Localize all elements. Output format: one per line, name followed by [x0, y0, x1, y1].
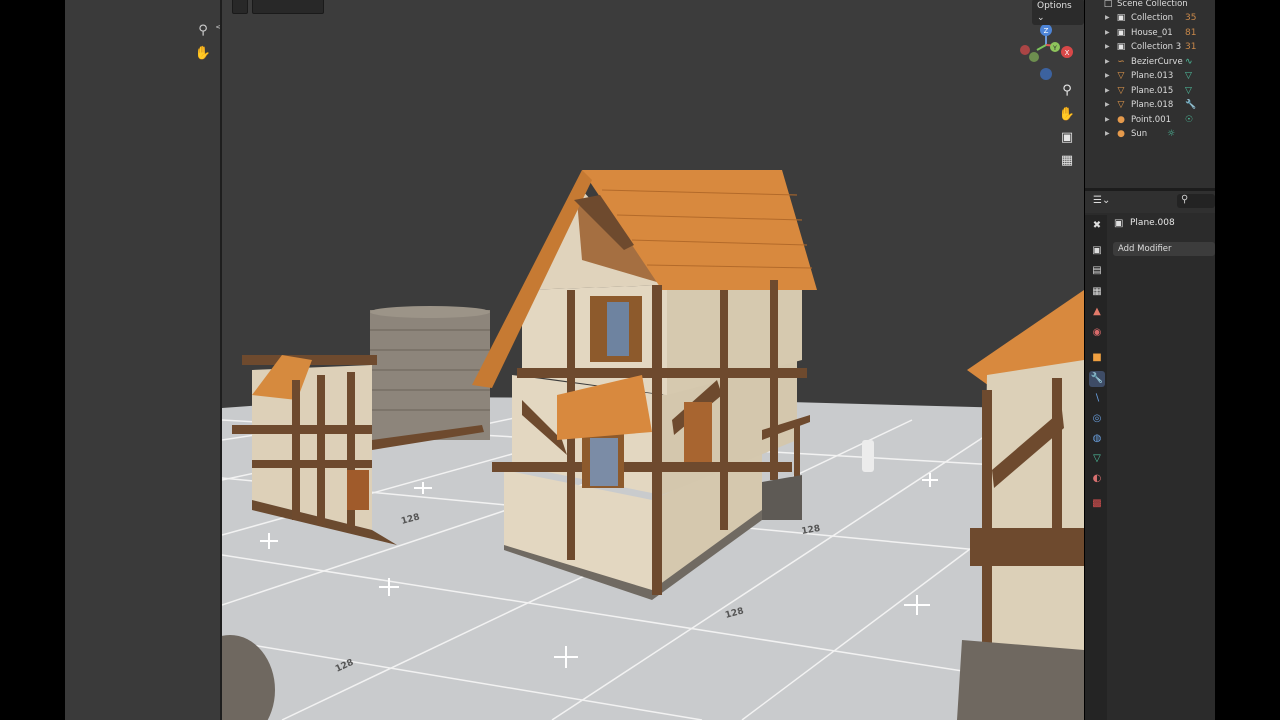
mesh-icon: ▽ — [1117, 86, 1125, 96]
options-dropdown[interactable]: Options ⌄ — [1032, 0, 1084, 25]
outliner-panel: □ Scene Collection ▶ ▣ Collection 35 ▶ ▣… — [1085, 0, 1215, 188]
empty-object-marker — [862, 440, 874, 472]
object-tab-icon[interactable]: ■ — [1089, 350, 1105, 366]
view-layer-tab-icon[interactable]: ▦ — [1089, 284, 1105, 300]
stone-tower — [370, 306, 490, 440]
expand-arrow-icon[interactable]: ▶ — [1105, 26, 1110, 40]
expand-arrow-icon[interactable]: ▶ — [1105, 84, 1110, 98]
outliner-row[interactable]: ▶ ∽ BezierCurve ∿ — [1085, 55, 1215, 69]
physics-tab-icon[interactable]: ◎ — [1089, 411, 1105, 427]
output-tab-icon[interactable]: ▤ — [1089, 263, 1105, 279]
pan-view-icon[interactable]: ✋ — [1057, 104, 1077, 124]
outliner-row[interactable]: ▶ ● Point.001 ☉ — [1085, 113, 1215, 127]
collection-icon: ▣ — [1116, 42, 1126, 52]
zoom-icon[interactable]: ⚲ — [193, 20, 213, 40]
editor-type-icon[interactable]: ☰⌄ — [1093, 195, 1110, 206]
outliner-row[interactable]: ▶ ▣ Collection 35 — [1085, 11, 1215, 25]
viewport-scene: 128 128 128 128 Z Y X — [222, 24, 1084, 720]
outliner-row[interactable]: ▶ ● Sun ☼ — [1085, 127, 1215, 141]
point-light-data-icon: ☉ — [1185, 115, 1194, 125]
render-tab-icon[interactable]: ▣ — [1089, 243, 1105, 259]
sun-light-data-icon: ☼ — [1167, 129, 1176, 139]
object-name-label: Plane.008 — [1130, 218, 1175, 228]
scene-collection-icon: □ — [1103, 0, 1113, 9]
navigation-gizmo: Z Y X — [1020, 24, 1073, 80]
wrench-modifier-icon: 🔧 — [1185, 100, 1197, 110]
grid-toggle-icon[interactable]: ▦ — [1057, 150, 1077, 170]
object-count-badge: 81 — [1185, 28, 1197, 38]
camera-view-icon[interactable]: ▣ — [1057, 127, 1077, 147]
outliner-scene-collection[interactable]: □ Scene Collection — [1085, 0, 1215, 11]
options-label: Options — [1037, 1, 1072, 11]
outliner-row[interactable]: ▶ ▽ Plane.013 ▽ — [1085, 69, 1215, 83]
light-icon: ● — [1117, 115, 1125, 125]
left-editor-panel: ⚲ ✋ <> — [65, 0, 232, 720]
expand-arrow-icon[interactable]: ▶ — [1105, 113, 1110, 127]
scene-tab-icon[interactable]: ▲ — [1089, 304, 1105, 320]
collection-icon: ▣ — [1116, 28, 1126, 38]
3d-viewport[interactable]: 128 128 128 128 Z Y X Options ⌄ ⚲ ✋ ▣ ▦ — [222, 0, 1084, 720]
expand-arrow-icon[interactable]: ▶ — [1105, 55, 1110, 69]
gizmo-x-label: X — [1065, 49, 1070, 57]
object-count-badge: 35 — [1185, 13, 1197, 23]
world-tab-icon[interactable]: ◉ — [1089, 325, 1105, 341]
add-modifier-label: Add Modifier — [1118, 244, 1172, 254]
material-tab-icon[interactable]: ◐ — [1089, 471, 1105, 487]
expand-arrow-icon[interactable]: ▶ — [1105, 127, 1110, 141]
constraints-tab-icon[interactable]: ◍ — [1089, 431, 1105, 447]
hand-pan-icon[interactable]: ✋ — [193, 43, 213, 63]
add-modifier-button[interactable]: Add Modifier — [1113, 242, 1215, 256]
search-icon[interactable]: ⚲ — [1177, 194, 1215, 208]
expand-arrow-icon[interactable]: ▶ — [1105, 40, 1110, 54]
properties-header: ☰⌄ ⚲ — [1085, 191, 1215, 213]
collection-icon: ▣ — [1116, 13, 1126, 23]
gizmo-z-label: Z — [1044, 27, 1049, 35]
letterbox-left — [0, 0, 65, 720]
object-count-badge: 31 — [1185, 42, 1197, 52]
mesh-data-icon: ▽ — [1185, 86, 1192, 96]
texture-tab-icon[interactable]: ▩ — [1089, 496, 1105, 512]
outliner-row[interactable]: ▶ ▣ House_01 81 — [1085, 26, 1215, 40]
data-tab-icon[interactable]: ▽ — [1089, 451, 1105, 467]
curve-data-icon: ∿ — [1185, 57, 1193, 67]
outliner-row[interactable]: ▶ ▽ Plane.015 ▽ — [1085, 84, 1215, 98]
select-tool-button[interactable] — [232, 0, 248, 14]
mesh-icon: ▽ — [1117, 100, 1125, 110]
light-icon: ● — [1117, 129, 1125, 139]
outliner-row[interactable]: ▶ ▣ Collection 3 31 — [1085, 40, 1215, 54]
particles-tab-icon[interactable]: ∖ — [1089, 391, 1105, 407]
gizmo-y-label: Y — [1052, 45, 1057, 52]
tool-tab-icon[interactable]: ✖ — [1089, 218, 1105, 234]
curve-icon: ∽ — [1117, 57, 1125, 67]
expand-arrow-icon[interactable]: ▶ — [1105, 11, 1110, 25]
outliner-row[interactable]: ▶ ▽ Plane.018 🔧 — [1085, 98, 1215, 112]
modifier-tab-icon[interactable]: 🔧 — [1089, 371, 1105, 387]
mesh-data-icon: ▽ — [1185, 71, 1192, 81]
mesh-icon: ▽ — [1117, 71, 1125, 81]
expand-arrow-icon[interactable]: ▶ — [1105, 69, 1110, 83]
expand-arrow-icon[interactable]: ▶ — [1105, 98, 1110, 112]
object-icon: ▣ — [1114, 218, 1124, 229]
selection-mode-group[interactable] — [252, 0, 324, 14]
zoom-view-icon[interactable]: ⚲ — [1057, 80, 1077, 100]
letterbox-right — [1215, 0, 1280, 720]
